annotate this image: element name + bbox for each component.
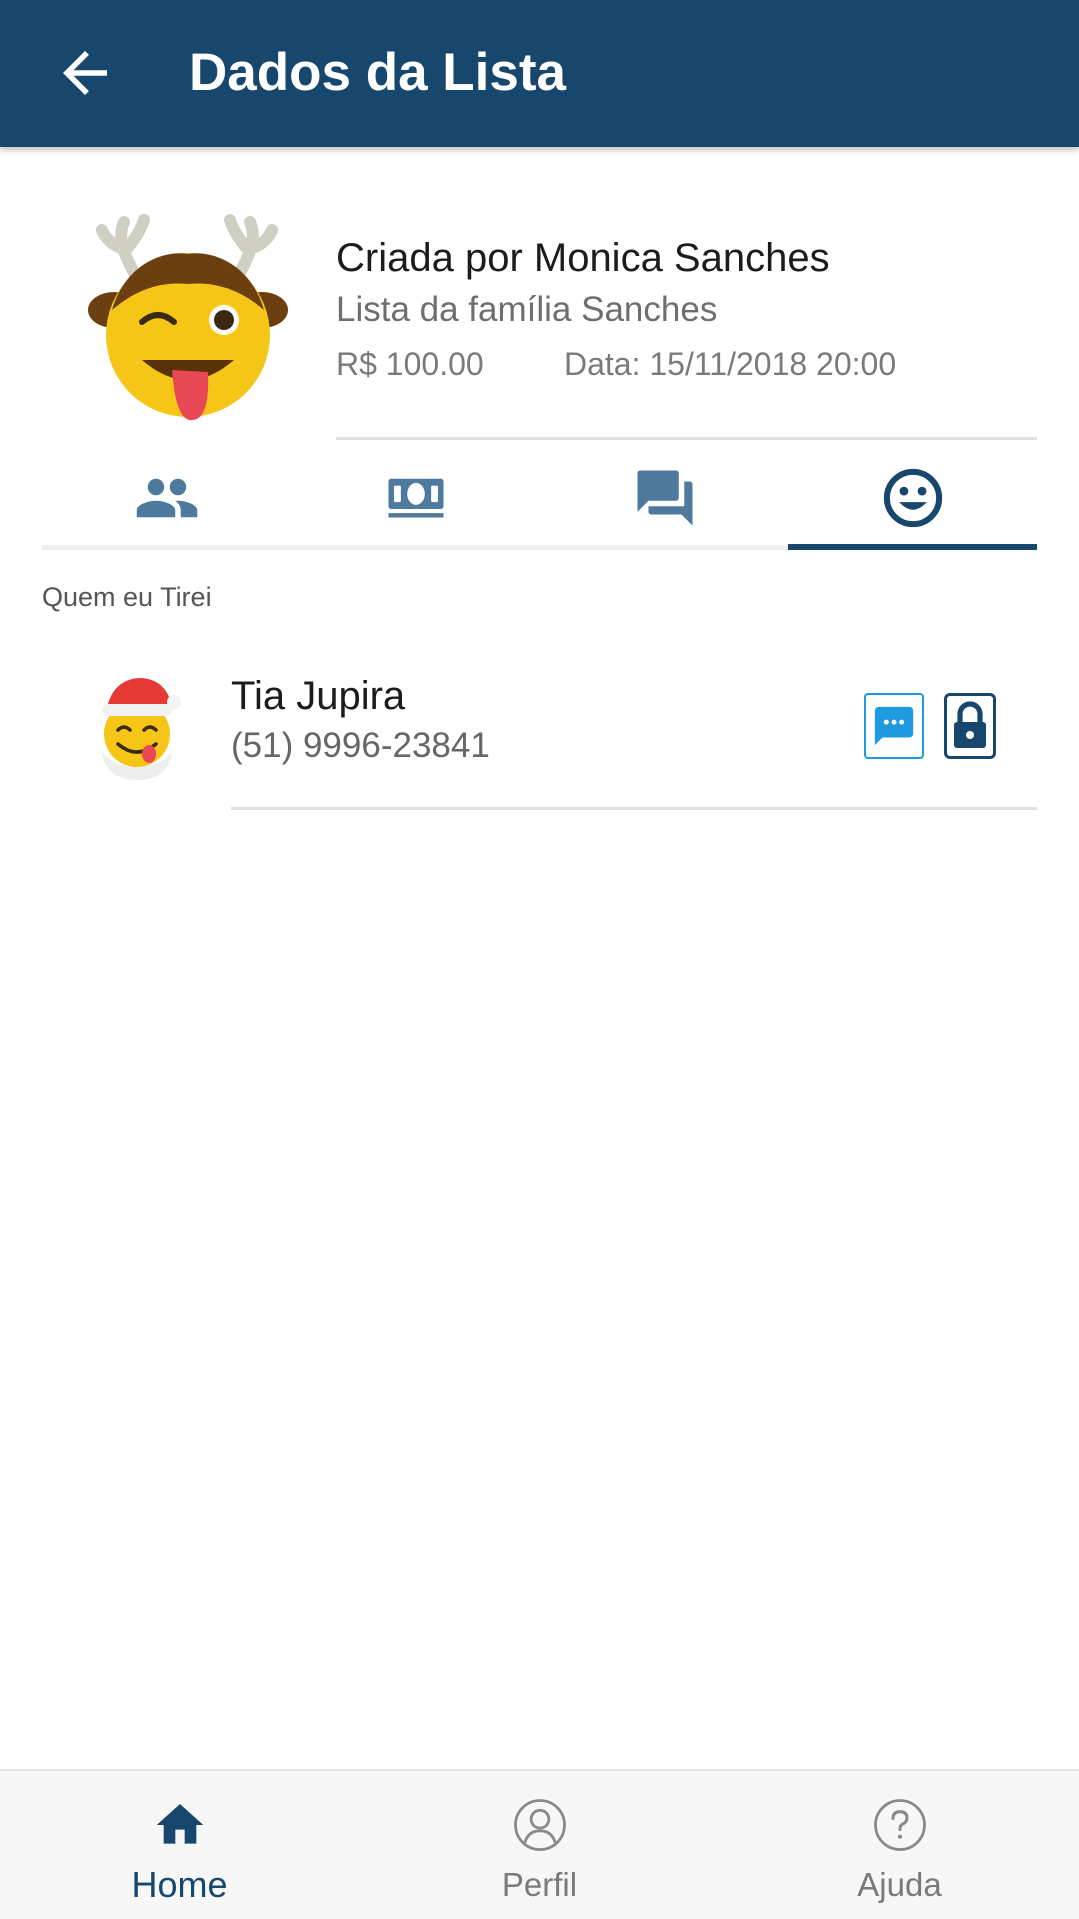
lock-icon xyxy=(954,701,986,748)
people-icon xyxy=(136,478,197,518)
chat-bubbles-icon xyxy=(637,470,692,526)
tab-messages[interactable] xyxy=(540,448,789,548)
nav-profile-label: Perfil xyxy=(501,1866,578,1903)
reindeer-emoji-avatar xyxy=(88,214,288,421)
row-divider xyxy=(231,807,1037,810)
lock-button[interactable] xyxy=(944,693,996,759)
arrow-left-icon xyxy=(63,51,107,95)
list-price: R$ 100.00 xyxy=(336,346,484,382)
chat-button[interactable] xyxy=(864,693,924,759)
list-item: Tia Jupira (51) 9996-23841 xyxy=(0,650,1079,812)
nav-home-label: Home xyxy=(131,1864,228,1905)
active-tab-indicator xyxy=(788,544,1037,550)
creator-text: Criada por Monica Sanches xyxy=(336,236,830,280)
money-icon xyxy=(388,478,443,518)
nav-home[interactable]: Home xyxy=(0,1771,359,1919)
chat-icon xyxy=(874,706,914,746)
tab-drawn-person[interactable] xyxy=(788,448,1037,548)
nav-help-label: Ajuda xyxy=(857,1866,942,1903)
bottom-navigation: Home Perfil Ajuda xyxy=(0,1769,1079,1919)
list-name: Lista da família Sanches xyxy=(336,290,718,329)
section-label: Quem eu Tirei xyxy=(42,582,212,612)
list-date: Data: 15/11/2018 20:00 xyxy=(564,346,897,382)
person-name: Tia Jupira xyxy=(231,674,406,718)
person-phone: (51) 9996-23841 xyxy=(231,726,490,765)
app-bar: Dados da Lista xyxy=(0,0,1079,147)
santa-emoji-avatar xyxy=(102,678,181,780)
nav-help[interactable]: Ajuda xyxy=(720,1771,1079,1919)
help-icon xyxy=(874,1799,926,1851)
tab-money[interactable] xyxy=(291,448,540,548)
profile-icon xyxy=(514,1799,566,1851)
page-title: Dados da Lista xyxy=(189,43,566,102)
tab-bar xyxy=(42,448,1037,551)
back-button[interactable] xyxy=(52,40,118,106)
home-icon xyxy=(156,1804,204,1844)
header-divider xyxy=(336,437,1037,440)
nav-profile[interactable]: Perfil xyxy=(360,1771,719,1919)
smiley-face-icon xyxy=(883,468,942,528)
tab-participants[interactable] xyxy=(42,448,291,548)
